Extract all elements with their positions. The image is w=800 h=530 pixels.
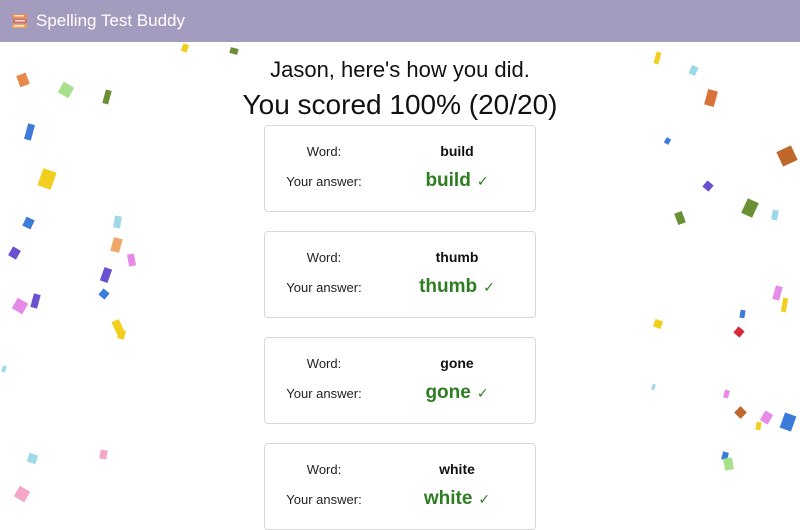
answer-row: Your answer: white ✓ — [265, 488, 535, 510]
checkmark-icon: ✓ — [483, 278, 495, 295]
answer-value: build ✓ — [397, 170, 517, 192]
results-greeting: Jason, here's how you did. — [270, 57, 530, 82]
score-heading: You scored 100% (20/20) — [242, 89, 558, 120]
test-word: gone — [440, 355, 474, 371]
checkmark-icon: ✓ — [478, 490, 491, 507]
answer-row: Your answer: thumb ✓ — [265, 276, 535, 298]
books-logo-icon — [10, 11, 30, 31]
student-answer: build — [425, 170, 471, 191]
answer-value: white ✓ — [397, 488, 517, 510]
answer-value: gone ✓ — [397, 382, 517, 404]
word-row: Word: build — [265, 142, 535, 160]
word-row: Word: gone — [265, 354, 535, 372]
word-row: Word: thumb — [265, 248, 535, 266]
answer-row: Your answer: build ✓ — [265, 170, 535, 192]
word-label: Word: — [306, 461, 342, 477]
word-label: Word: — [306, 249, 342, 265]
word-label: Word: — [306, 355, 342, 371]
word-results-list: Word: build Your answer: build ✓ Word: t… — [264, 125, 536, 530]
answer-label: Your answer: — [286, 279, 362, 295]
checkmark-icon: ✓ — [476, 172, 489, 189]
test-word: white — [439, 461, 475, 477]
test-word: thumb — [435, 249, 479, 265]
student-answer: gone — [425, 382, 471, 403]
word-result-card: Word: white Your answer: white ✓ — [264, 443, 536, 530]
answer-label: Your answer: — [286, 385, 362, 401]
answer-row: Your answer: gone ✓ — [265, 382, 535, 404]
student-answer: white — [423, 488, 473, 509]
answer-label: Your answer: — [286, 173, 362, 189]
answer-value: thumb ✓ — [397, 276, 517, 298]
word-result-card: Word: build Your answer: build ✓ — [264, 125, 536, 212]
app-header: Spelling Test Buddy — [0, 0, 800, 42]
results-panel: Jason, here's how you did. You scored 10… — [0, 42, 800, 530]
app-title[interactable]: Spelling Test Buddy — [36, 11, 185, 31]
checkmark-icon: ✓ — [476, 384, 489, 401]
student-answer: thumb — [419, 276, 478, 297]
word-row: Word: white — [265, 460, 535, 478]
answer-label: Your answer: — [286, 491, 362, 507]
word-label: Word: — [306, 143, 342, 159]
test-word: build — [440, 143, 474, 159]
word-result-card: Word: thumb Your answer: thumb ✓ — [264, 231, 536, 318]
word-result-card: Word: gone Your answer: gone ✓ — [264, 337, 536, 424]
